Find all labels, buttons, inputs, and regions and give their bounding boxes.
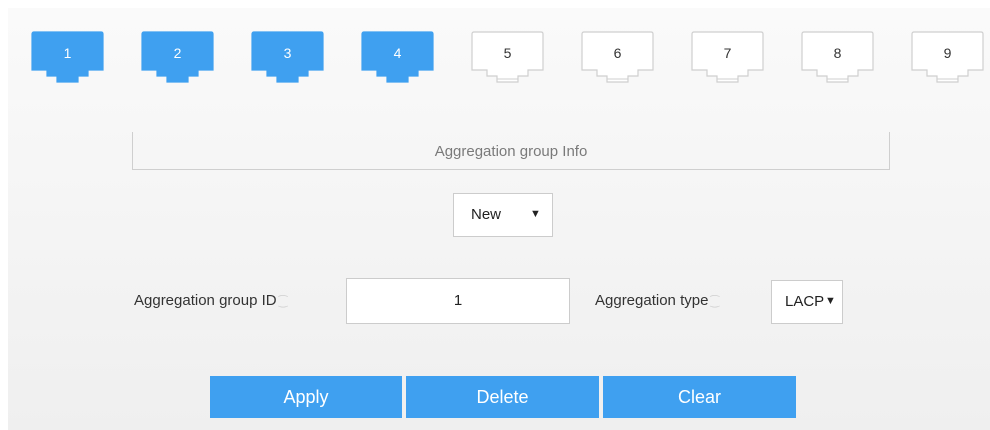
port-number: 2: [173, 45, 182, 61]
aggregation-info-section: Aggregation group Info: [132, 132, 890, 170]
port-4[interactable]: 4: [360, 30, 435, 84]
chevron-down-icon: ▼: [825, 295, 836, 307]
port-7[interactable]: 7: [690, 30, 765, 84]
aggregation-type-label: Aggregation type ⁐: [595, 292, 719, 309]
port-number: 4: [393, 45, 402, 61]
port-strip: 1 2 3 4 5 6 7 8 9: [22, 16, 990, 86]
port-number: 3: [283, 45, 292, 61]
group-id-label-text: Aggregation group ID: [134, 292, 277, 309]
port-3[interactable]: 3: [250, 30, 325, 84]
group-id-label: Aggregation group ID ⁐: [134, 292, 287, 309]
mode-select-value: New: [471, 206, 502, 223]
aggregation-type-value: LACP: [785, 293, 825, 310]
port-number: 5: [503, 45, 512, 61]
chevron-down-icon: ▼: [530, 208, 541, 220]
group-id-input[interactable]: 1: [346, 278, 570, 324]
aggregation-type-label-text: Aggregation type: [595, 292, 709, 309]
group-id-value: 1: [453, 292, 463, 309]
port-number: 8: [833, 45, 842, 61]
mode-select[interactable]: New ▼: [453, 193, 553, 237]
port-9[interactable]: 9: [910, 30, 985, 84]
help-icon: ⁐: [278, 296, 288, 308]
port-5[interactable]: 5: [470, 30, 545, 84]
port-number: 1: [63, 45, 72, 61]
aggregation-type-select[interactable]: LACP ▼: [771, 280, 843, 324]
port-1[interactable]: 1: [30, 30, 105, 84]
port-number: 9: [943, 45, 952, 61]
port-2[interactable]: 2: [140, 30, 215, 84]
port-number: 7: [723, 45, 732, 61]
aggregation-info-title: Aggregation group Info: [434, 143, 588, 160]
apply-button[interactable]: Apply: [210, 376, 402, 418]
delete-button[interactable]: Delete: [406, 376, 599, 418]
port-6[interactable]: 6: [580, 30, 655, 84]
help-icon: ⁐: [710, 296, 720, 308]
port-8[interactable]: 8: [800, 30, 875, 84]
clear-button[interactable]: Clear: [603, 376, 796, 418]
aggregation-panel: 1 2 3 4 5 6 7 8 9 Aggregation group Info New ▼ A…: [8, 8, 990, 430]
port-number: 6: [613, 45, 622, 61]
